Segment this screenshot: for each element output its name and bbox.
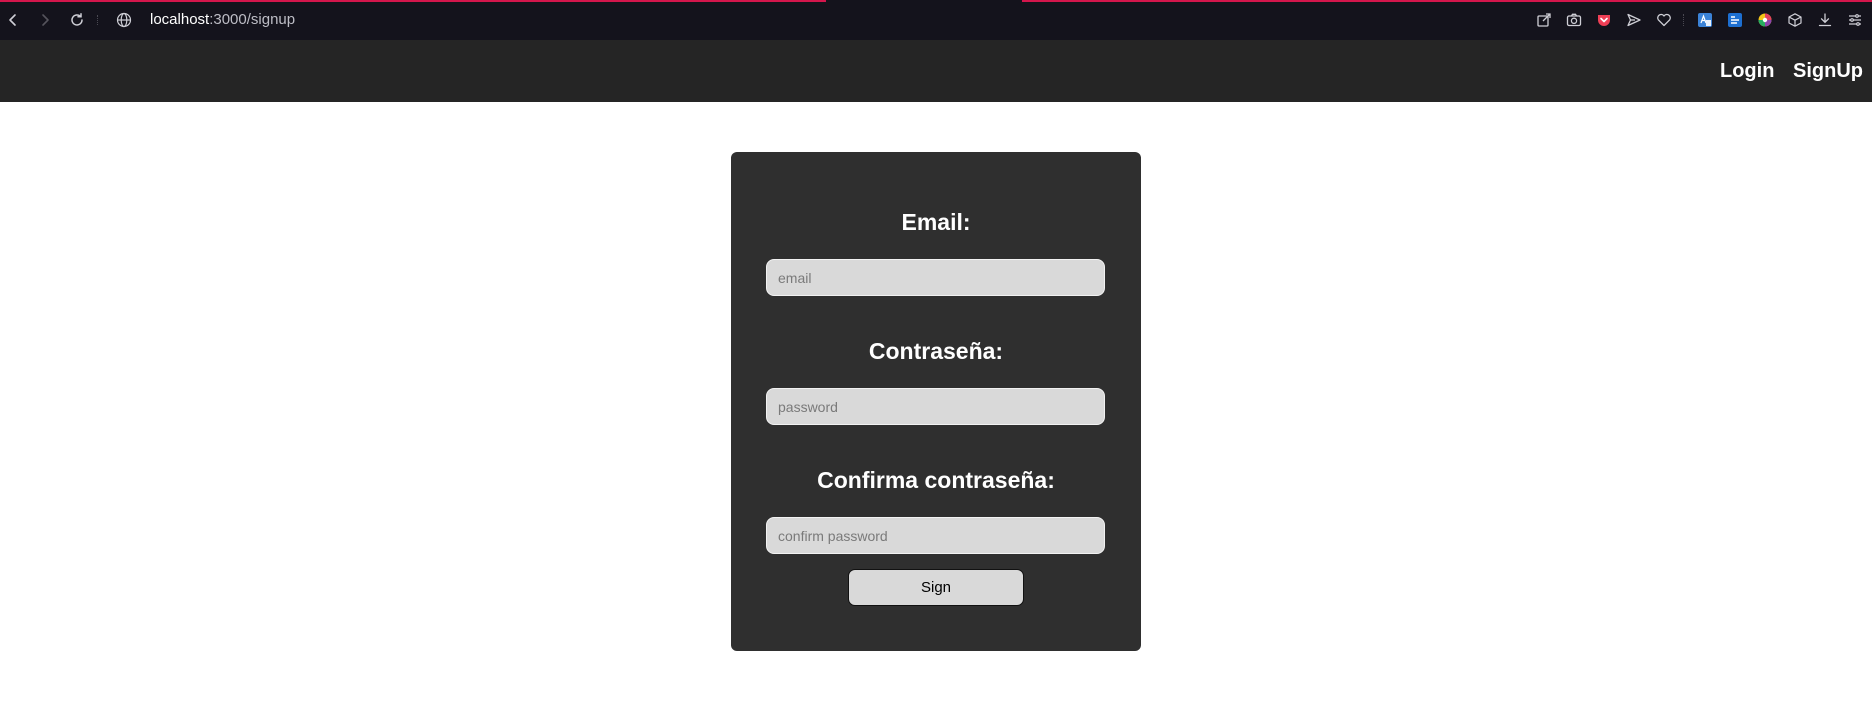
password-label: Contraseña: bbox=[868, 338, 1004, 364]
signup-form: Email: Contraseña: Confirma contraseña: … bbox=[731, 152, 1141, 651]
box-icon[interactable] bbox=[1784, 9, 1806, 31]
email-label: Email: bbox=[901, 209, 971, 235]
pocket-icon[interactable] bbox=[1593, 9, 1615, 31]
back-arrow-icon[interactable] bbox=[1, 8, 25, 32]
translate-icon[interactable] bbox=[1694, 9, 1716, 31]
extension-icon[interactable] bbox=[1724, 9, 1746, 31]
heart-icon[interactable] bbox=[1653, 9, 1675, 31]
page-load-indicator bbox=[0, 0, 826, 2]
color-picker-icon[interactable] bbox=[1754, 9, 1776, 31]
forward-arrow-icon[interactable] bbox=[33, 8, 57, 32]
sign-button[interactable]: Sign bbox=[848, 569, 1024, 606]
download-icon[interactable] bbox=[1814, 9, 1836, 31]
page-load-indicator bbox=[1022, 0, 1872, 2]
url-host: localhost bbox=[150, 11, 210, 28]
confirm-password-label: Confirma contraseña: bbox=[817, 467, 1055, 493]
signup-link[interactable]: SignUp bbox=[1793, 60, 1863, 83]
browser-toolbar: localhost:3000/signup bbox=[0, 0, 1872, 40]
send-icon[interactable] bbox=[1623, 9, 1645, 31]
login-link[interactable]: Login bbox=[1720, 60, 1774, 83]
confirm-password-field[interactable] bbox=[766, 517, 1105, 554]
share-icon[interactable] bbox=[1533, 9, 1555, 31]
globe-icon[interactable] bbox=[116, 12, 132, 28]
toolbar-divider bbox=[1683, 14, 1686, 26]
address-bar[interactable]: localhost:3000/signup bbox=[150, 11, 295, 28]
password-field[interactable] bbox=[766, 388, 1105, 425]
url-path: :3000/signup bbox=[209, 11, 296, 28]
extensions-toolbar bbox=[1525, 9, 1866, 31]
reload-icon[interactable] bbox=[65, 8, 89, 32]
toolbar-divider bbox=[97, 15, 100, 25]
menu-icon[interactable] bbox=[1844, 9, 1866, 31]
camera-icon[interactable] bbox=[1563, 9, 1585, 31]
email-field[interactable] bbox=[766, 259, 1105, 296]
app-navbar: Login SignUp bbox=[0, 40, 1872, 102]
